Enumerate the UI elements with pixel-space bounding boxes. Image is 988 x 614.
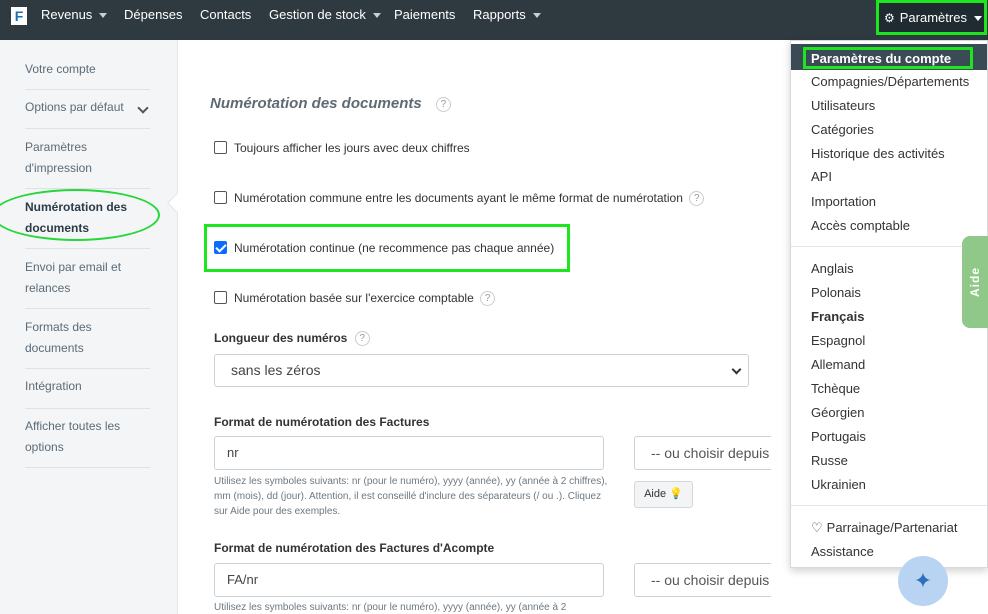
deposit-format-hint: Utilisez les symboles suivants: nr (pour… <box>214 602 567 613</box>
sidebar-item-formats[interactable]: Formats des documents <box>25 317 150 359</box>
sidebar-divider <box>25 408 150 409</box>
invoice-format-label: Format de numérotation des Factures <box>214 415 430 429</box>
menu-item-account-settings[interactable]: Paramètres du compte <box>811 51 951 66</box>
menu-item-lang-uk[interactable]: Ukrainien <box>811 477 866 492</box>
deposit-format-label: Format de numérotation des Factures d'Ac… <box>214 541 495 555</box>
checkbox-two-digit-days[interactable]: Toujours afficher les jours avec deux ch… <box>214 141 470 155</box>
menu-item-lang-es[interactable]: Espagnol <box>811 333 865 348</box>
menu-item-activity-history[interactable]: Historique des activités <box>811 146 945 161</box>
sidebar-divider <box>25 128 150 129</box>
checkbox-checked-icon[interactable] <box>214 241 227 255</box>
sidebar-item-votre-compte[interactable]: Votre compte <box>25 59 150 80</box>
section-title: Numérotation des documents ? <box>210 95 451 112</box>
menu-item-lang-de[interactable]: Allemand <box>811 357 865 372</box>
menu-item-referral[interactable]: ♡ Parrainage/Partenariat <box>811 520 957 536</box>
checkbox-icon[interactable] <box>214 191 227 205</box>
checkbox-icon[interactable] <box>214 141 227 155</box>
menu-item-lang-ru[interactable]: Russe <box>811 453 848 468</box>
help-side-tab[interactable]: Aide <box>962 236 988 328</box>
length-select[interactable]: sans les zéros <box>214 354 749 387</box>
invoice-format-choose-select[interactable]: -- ou choisir depuis <box>634 436 771 470</box>
menu-item-categories[interactable]: Catégories <box>811 122 874 137</box>
chevron-down-icon <box>372 13 381 19</box>
length-label: Longueur des numéros ? <box>214 331 370 347</box>
menu-item-companies[interactable]: Compagnies/Départements <box>811 74 969 89</box>
menu-item-lang-ka[interactable]: Géorgien <box>811 405 864 420</box>
help-icon[interactable]: ? <box>435 96 451 112</box>
nav-rapports[interactable]: Rapports <box>473 0 541 30</box>
checkbox-common-numbering[interactable]: Numérotation commune entre les documents… <box>214 191 705 207</box>
menu-item-import[interactable]: Importation <box>811 194 876 209</box>
gear-icon: ⚙ <box>884 11 895 25</box>
sidebar-item-impression[interactable]: Paramètres d'impression <box>25 137 150 179</box>
nav-paiements[interactable]: Paiements <box>394 0 455 30</box>
sidebar-divider <box>25 467 150 468</box>
menu-item-users[interactable]: Utilisateurs <box>811 98 875 113</box>
sidebar-item-options-defaut[interactable]: Options par défaut <box>25 97 150 118</box>
menu-item-api[interactable]: API <box>811 169 832 184</box>
help-icon[interactable]: ? <box>689 191 705 207</box>
app-logo[interactable]: F <box>11 7 27 25</box>
settings-menu-button[interactable]: ⚙ Paramètres <box>876 0 987 35</box>
menu-item-lang-fr[interactable]: Français <box>811 309 864 324</box>
menu-item-lang-pl[interactable]: Polonais <box>811 285 861 300</box>
deposit-format-input[interactable]: FA/nr <box>214 563 604 597</box>
deposit-format-choose-select[interactable]: -- ou choisir depuis <box>634 563 771 597</box>
sidebar-item-toutes-options[interactable]: Afficher toutes les options <box>25 416 150 458</box>
menu-divider <box>791 505 987 506</box>
menu-item-lang-en[interactable]: Anglais <box>811 261 854 276</box>
highlight-ellipse <box>0 189 160 241</box>
help-button[interactable]: Aide 💡 <box>634 481 693 508</box>
checkbox-continuous-numbering[interactable]: Numérotation continue (ne recommence pas… <box>214 241 554 255</box>
menu-item-lang-cz[interactable]: Tchèque <box>811 381 860 396</box>
menu-divider <box>791 246 987 247</box>
menu-item-lang-pt[interactable]: Portugais <box>811 429 866 444</box>
nav-depenses[interactable]: Dépenses <box>124 0 183 30</box>
invoice-format-input[interactable]: nr <box>214 436 604 470</box>
nav-revenus[interactable]: Revenus <box>41 0 108 30</box>
settings-sidebar: Votre compte Options par défaut Paramètr… <box>0 40 178 614</box>
nav-gestion-stock[interactable]: Gestion de stock <box>269 0 381 30</box>
top-navbar: F Revenus Dépenses Contacts Gestion de s… <box>0 0 988 40</box>
settings-dropdown-menu: Paramètres du compte Compagnies/Départem… <box>790 40 988 568</box>
lightbulb-icon: 💡 <box>669 488 683 500</box>
help-icon[interactable]: ? <box>354 331 370 347</box>
chevron-down-icon <box>973 16 982 22</box>
sidebar-divider <box>25 368 150 369</box>
chevron-down-icon <box>731 364 742 375</box>
chevron-down-icon <box>99 13 108 19</box>
checkbox-fiscal-year[interactable]: Numérotation basée sur l'exercice compta… <box>214 291 496 307</box>
help-icon[interactable]: ? <box>480 291 496 307</box>
menu-item-assistance[interactable]: Assistance <box>811 544 874 559</box>
chevron-down-icon <box>532 13 541 19</box>
heart-icon: ♡ <box>811 520 823 535</box>
nav-contacts[interactable]: Contacts <box>200 0 251 30</box>
menu-item-accounting-access[interactable]: Accès comptable <box>811 218 910 233</box>
checkbox-icon[interactable] <box>214 291 227 305</box>
sidebar-divider <box>25 248 150 249</box>
sidebar-divider <box>25 89 150 90</box>
sidebar-divider <box>25 308 150 309</box>
sidebar-item-integration[interactable]: Intégration <box>25 376 150 397</box>
invoice-format-hint: Utilisez les symboles suivants: nr (pour… <box>214 476 608 517</box>
magic-wand-icon[interactable]: ✦ <box>898 556 948 606</box>
sidebar-item-email-relances[interactable]: Envoi par email et relances <box>25 257 150 299</box>
